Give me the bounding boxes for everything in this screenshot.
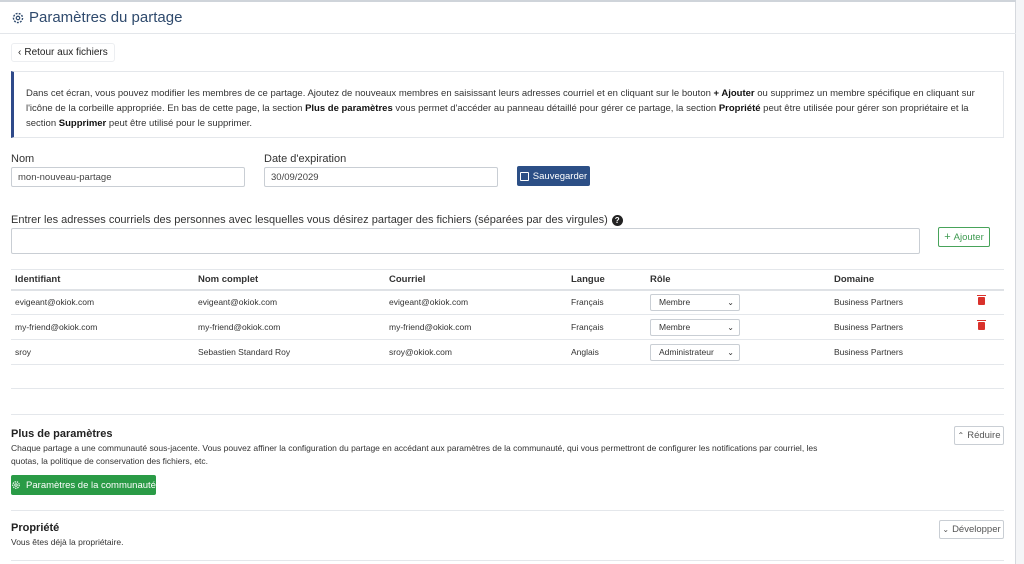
table-empty-row	[11, 364, 1004, 389]
plus-icon: +	[944, 231, 951, 243]
divider	[11, 414, 1004, 415]
cell-role: Membre ⌄	[646, 289, 830, 315]
cell-domain: Business Partners	[830, 314, 970, 340]
divider	[11, 510, 1004, 511]
chevron-left-icon: ‹	[18, 47, 22, 58]
collapse-button[interactable]: ⌃ Réduire	[954, 426, 1004, 445]
col-full-name: Nom complet	[194, 269, 385, 291]
cell-role: Membre ⌄	[646, 314, 830, 340]
info-bold-ownership: Propriété	[718, 103, 761, 114]
col-identifier: Identifiant	[11, 269, 194, 291]
expiry-date-label: Date d'expiration	[264, 153, 347, 165]
page-header: Paramètres du partage	[0, 2, 1016, 34]
name-input[interactable]: mon-nouveau-partage	[11, 167, 245, 187]
info-text: peut être utilisé pour le supprimer.	[106, 118, 253, 129]
table-row: evigeant@okiok.com evigeant@okiok.com ev…	[11, 289, 1004, 315]
role-value: Administrateur	[659, 347, 714, 357]
share-settings-page: Paramètres du partage ‹ Retour aux fichi…	[0, 0, 1016, 564]
info-bold-delete: Supprimer	[58, 118, 107, 129]
chevron-down-icon: ⌄	[727, 322, 734, 332]
cell-actions	[970, 289, 1004, 315]
col-domain: Domaine	[830, 269, 970, 291]
table-row: sroy Sebastien Standard Roy sroy@okiok.c…	[11, 339, 1004, 365]
chevron-down-icon: ⌄	[942, 525, 950, 534]
ownership-title: Propriété	[11, 522, 60, 534]
chevron-down-icon: ⌄	[727, 297, 734, 307]
more-settings-text: Chaque partage a une communauté sous-jac…	[11, 443, 818, 466]
ownership-text: Vous êtes déjà la propriétaire.	[11, 537, 124, 547]
info-bold-add: + Ajouter	[713, 88, 755, 99]
collapse-button-label: Réduire	[967, 430, 1001, 441]
back-button-label: Retour aux fichiers	[24, 47, 108, 58]
col-email: Courriel	[385, 269, 567, 291]
role-select[interactable]: Membre ⌄	[650, 293, 740, 311]
help-icon[interactable]: ?	[611, 214, 623, 226]
community-button-label: Paramètres de la communauté	[26, 479, 156, 491]
cell-actions	[970, 339, 1004, 365]
col-role: Rôle	[646, 269, 830, 291]
back-to-files-button[interactable]: ‹ Retour aux fichiers	[11, 43, 115, 62]
page-title: Paramètres du partage	[29, 9, 183, 26]
info-text: vous permet d'accéder au panneau détaill…	[392, 103, 719, 114]
save-icon	[519, 171, 529, 181]
cell-domain: Business Partners	[830, 339, 970, 365]
members-table: Identifiant Nom complet Courriel Langue …	[11, 269, 1004, 389]
cell-domain: Business Partners	[830, 289, 970, 315]
cell-full-name: evigeant@okiok.com	[194, 289, 385, 315]
expand-button[interactable]: ⌄ Développer	[939, 520, 1004, 539]
role-value: Membre	[659, 297, 691, 308]
cell-actions	[970, 314, 1004, 340]
info-bold-more-settings: Plus de paramètres	[305, 103, 393, 114]
trash-icon[interactable]	[977, 320, 986, 330]
cell-identifier: my-friend@okiok.com	[11, 314, 194, 340]
cell-email: evigeant@okiok.com	[385, 289, 567, 315]
info-text: Dans cet écran, vous pouvez modifier les…	[26, 88, 714, 99]
more-settings-title: Plus de paramètres	[11, 428, 113, 440]
expand-button-label: Développer	[952, 524, 1001, 535]
emails-label-text: Entrer les adresses courriels des person…	[11, 214, 608, 226]
table-header-row: Identifiant Nom complet Courriel Langue …	[11, 269, 1004, 291]
role-value: Membre	[659, 322, 691, 332]
name-label: Nom	[11, 153, 35, 165]
cell-role: Administrateur ⌄	[646, 339, 830, 365]
col-actions	[970, 269, 1004, 291]
divider	[11, 560, 1004, 561]
cell-identifier: evigeant@okiok.com	[11, 289, 194, 315]
cell-language: Français	[567, 289, 646, 315]
add-button-label: Ajouter	[953, 231, 984, 243]
role-select[interactable]: Administrateur ⌄	[650, 343, 740, 361]
col-language: Langue	[567, 269, 646, 291]
trash-icon[interactable]	[977, 295, 986, 306]
expiry-date-input[interactable]: 30/09/2029	[264, 167, 498, 187]
emails-label: Entrer les adresses courriels des person…	[11, 214, 623, 226]
info-box: Dans cet écran, vous pouvez modifier les…	[11, 71, 1004, 138]
gear-icon	[12, 12, 24, 23]
cell-email: sroy@okiok.com	[385, 339, 567, 365]
cell-full-name: Sebastien Standard Roy	[194, 339, 385, 365]
cell-identifier: sroy	[11, 339, 194, 365]
cell-language: Français	[567, 314, 646, 340]
role-select[interactable]: Membre ⌄	[650, 318, 740, 336]
chevron-up-icon: ⌃	[957, 431, 965, 440]
table-row: my-friend@okiok.com my-friend@okiok.com …	[11, 314, 1004, 340]
emails-input[interactable]	[11, 228, 920, 254]
community-settings-button[interactable]: Paramètres de la communauté	[11, 475, 156, 495]
save-button-label: Sauvegarder	[532, 170, 588, 182]
chevron-down-icon: ⌄	[727, 347, 734, 357]
cell-full-name: my-friend@okiok.com	[194, 314, 385, 340]
save-button[interactable]: Sauvegarder	[517, 166, 590, 186]
add-member-button[interactable]: + Ajouter	[938, 227, 990, 247]
cell-language: Anglais	[567, 339, 646, 365]
gear-icon	[12, 481, 20, 489]
cell-email: my-friend@okiok.com	[385, 314, 567, 340]
